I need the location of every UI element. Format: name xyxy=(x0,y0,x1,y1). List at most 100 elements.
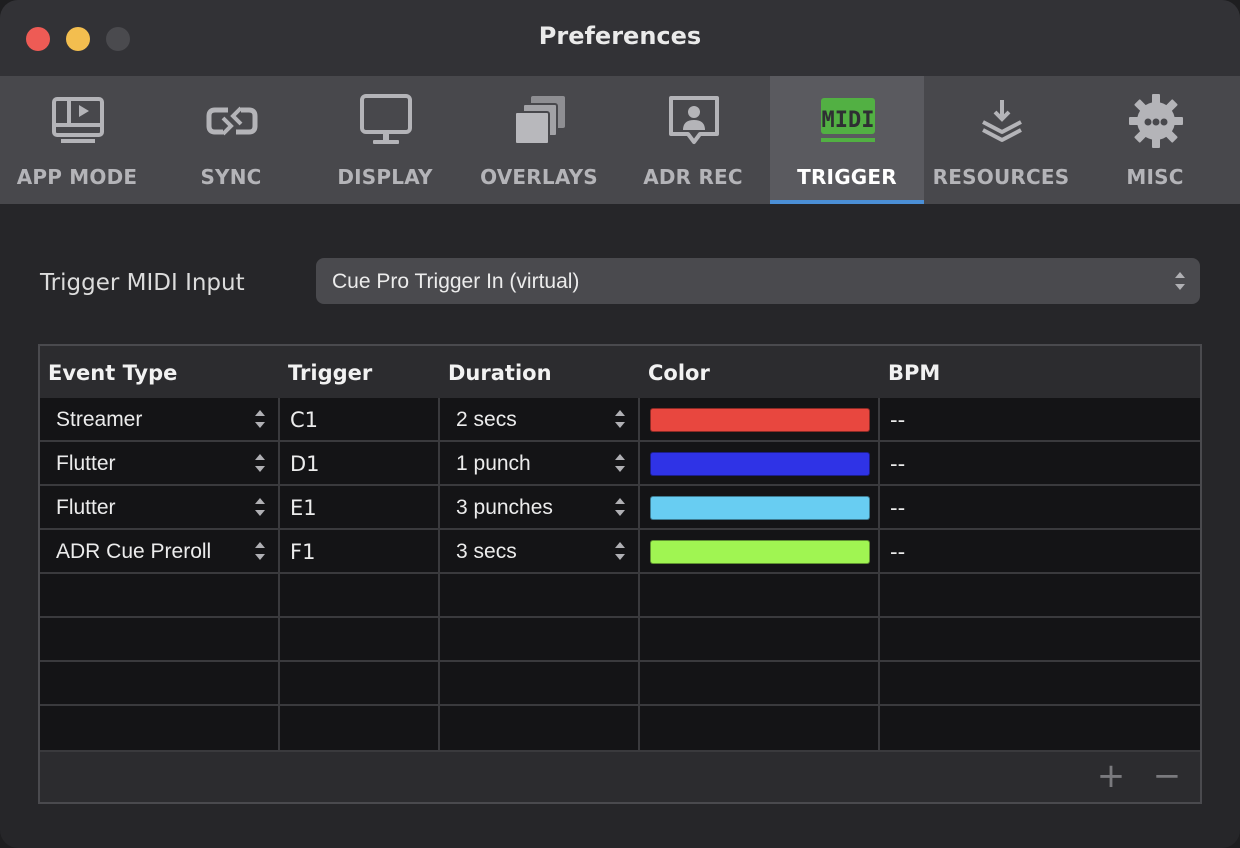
empty-cell xyxy=(440,706,640,752)
tab-label: RESOURCES xyxy=(932,165,1070,189)
column-header-event-type[interactable]: Event Type xyxy=(48,361,177,385)
tab-label: TRIGGER xyxy=(797,165,897,189)
event-type-value: Streamer xyxy=(56,408,143,431)
display-icon xyxy=(360,94,412,144)
color-swatch[interactable] xyxy=(650,496,870,520)
duration-value: 3 punches xyxy=(456,496,553,519)
empty-cell xyxy=(440,574,640,616)
color-cell[interactable] xyxy=(640,398,880,440)
color-cell[interactable] xyxy=(640,442,880,484)
event-type-cell[interactable]: ADR Cue Preroll xyxy=(40,530,280,572)
column-header-trigger[interactable]: Trigger xyxy=(288,361,372,385)
empty-cell xyxy=(640,618,880,660)
bpm-cell[interactable]: -- xyxy=(880,530,1200,572)
color-swatch[interactable] xyxy=(650,408,870,432)
duration-cell[interactable]: 3 secs xyxy=(440,530,640,572)
event-type-value: Flutter xyxy=(56,452,116,475)
duration-cell[interactable]: 1 punch xyxy=(440,442,640,484)
midi-icon: MIDI xyxy=(821,98,875,142)
empty-table-row[interactable] xyxy=(40,662,1200,706)
trigger-value: F1 xyxy=(290,540,316,564)
bpm-cell[interactable]: -- xyxy=(880,398,1200,440)
popup-arrows-icon xyxy=(615,410,625,428)
bpm-cell[interactable]: -- xyxy=(880,442,1200,484)
empty-cell xyxy=(280,706,440,752)
table-footer: + − xyxy=(40,752,1200,802)
table-row[interactable]: ADR Cue Preroll F1 3 secs -- xyxy=(40,530,1200,574)
tab-display[interactable]: DISPLAY xyxy=(308,76,462,204)
empty-cell xyxy=(440,618,640,660)
tab-adr-rec[interactable]: ADR REC xyxy=(616,76,770,204)
duration-value: 2 secs xyxy=(456,408,517,431)
bpm-value: -- xyxy=(890,408,906,432)
add-row-button[interactable]: + xyxy=(1094,759,1128,794)
tab-resources[interactable]: RESOURCES xyxy=(924,76,1078,204)
app-mode-icon xyxy=(52,97,104,143)
popup-arrows-icon xyxy=(255,410,265,428)
popup-arrows-icon xyxy=(615,454,625,472)
popup-arrows-icon xyxy=(255,454,265,472)
empty-cell xyxy=(640,574,880,616)
empty-cell xyxy=(280,618,440,660)
column-header-duration[interactable]: Duration xyxy=(448,361,552,385)
color-cell[interactable] xyxy=(640,486,880,528)
trigger-midi-input-select[interactable]: Cue Pro Trigger In (virtual) xyxy=(316,258,1200,304)
preferences-toolbar: APP MODE SYNC DISPLAY OVERLAYS ADR REC M… xyxy=(0,76,1240,204)
overlays-icon xyxy=(514,96,565,145)
empty-cell xyxy=(40,662,280,704)
window-title: Preferences xyxy=(538,22,702,50)
empty-cell xyxy=(440,662,640,704)
midi-icon-text: MIDI xyxy=(822,108,875,133)
event-type-cell[interactable]: Flutter xyxy=(40,442,280,484)
remove-row-button[interactable]: − xyxy=(1150,759,1184,794)
table-row[interactable]: Flutter D1 1 punch -- xyxy=(40,442,1200,486)
popup-arrows-icon xyxy=(255,542,265,560)
color-cell[interactable] xyxy=(640,530,880,572)
empty-cell xyxy=(640,706,880,752)
color-swatch[interactable] xyxy=(650,452,870,476)
column-header-color[interactable]: Color xyxy=(648,361,710,385)
popup-arrows-icon xyxy=(615,498,625,516)
duration-cell[interactable]: 3 punches xyxy=(440,486,640,528)
preferences-window: Preferences APP MODE SYNC DISPLAY OVERLA… xyxy=(0,0,1240,848)
trigger-cell[interactable]: E1 xyxy=(280,486,440,528)
tab-trigger[interactable]: MIDI TRIGGER xyxy=(770,76,924,204)
empty-cell xyxy=(40,618,280,660)
duration-cell[interactable]: 2 secs xyxy=(440,398,640,440)
title-bar: Preferences xyxy=(0,0,1240,76)
empty-table-row[interactable] xyxy=(40,574,1200,618)
tab-label: OVERLAYS xyxy=(480,165,598,189)
event-type-cell[interactable]: Streamer xyxy=(40,398,280,440)
select-value: Cue Pro Trigger In (virtual) xyxy=(332,270,580,293)
adr-rec-icon xyxy=(669,96,719,144)
sync-icon xyxy=(206,106,258,136)
tab-sync[interactable]: SYNC xyxy=(154,76,308,204)
trigger-cell[interactable]: D1 xyxy=(280,442,440,484)
popup-arrows-icon xyxy=(615,542,625,560)
select-arrows-icon xyxy=(1175,272,1185,290)
empty-cell xyxy=(40,574,280,616)
popup-arrows-icon xyxy=(255,498,265,516)
tab-misc[interactable]: MISC xyxy=(1078,76,1232,204)
column-header-bpm[interactable]: BPM xyxy=(888,361,940,385)
bpm-cell[interactable]: -- xyxy=(880,486,1200,528)
tab-label: MISC xyxy=(1126,165,1184,189)
tab-overlays[interactable]: OVERLAYS xyxy=(462,76,616,204)
bpm-value: -- xyxy=(890,452,906,476)
duration-value: 3 secs xyxy=(456,540,517,563)
event-type-cell[interactable]: Flutter xyxy=(40,486,280,528)
gear-icon xyxy=(1129,94,1183,148)
tab-label: DISPLAY xyxy=(337,165,433,189)
table-row[interactable]: Flutter E1 3 punches -- xyxy=(40,486,1200,530)
tab-label: APP MODE xyxy=(16,165,138,189)
tab-app-mode[interactable]: APP MODE xyxy=(0,76,154,204)
color-swatch[interactable] xyxy=(650,540,870,564)
table-row[interactable]: Streamer C1 2 secs -- xyxy=(40,398,1200,442)
trigger-events-table: Event Type Trigger Duration Color BPM St… xyxy=(38,344,1202,804)
trigger-cell[interactable]: F1 xyxy=(280,530,440,572)
trigger-value: D1 xyxy=(290,452,320,476)
table-header: Event Type Trigger Duration Color BPM xyxy=(40,346,1200,398)
empty-table-row[interactable] xyxy=(40,706,1200,752)
trigger-cell[interactable]: C1 xyxy=(280,398,440,440)
empty-table-row[interactable] xyxy=(40,618,1200,662)
